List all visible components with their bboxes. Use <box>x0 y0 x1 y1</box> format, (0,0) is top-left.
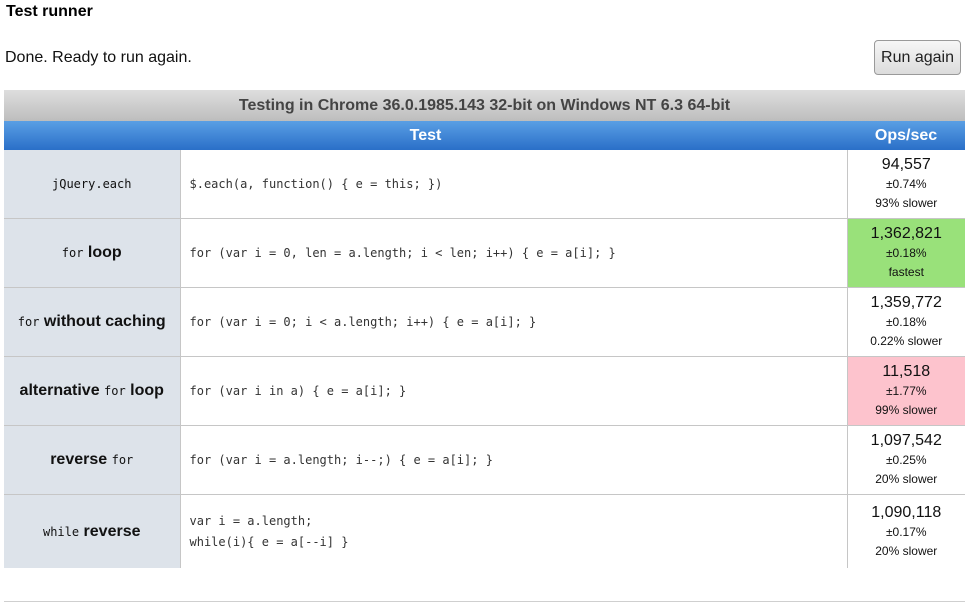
ops-rme: ±1.77% <box>885 384 927 398</box>
table-row: alternative for loop for (var i in a) { … <box>4 356 966 426</box>
test-name-text: without caching <box>39 313 166 330</box>
bottom-divider <box>4 601 965 602</box>
test-runner-page: Test runner Done. Ready to run again. Ru… <box>0 0 971 611</box>
ops-rme: ±0.74% <box>885 177 927 191</box>
ops-cell: 1,097,542 ±0.25% 20% slower <box>847 425 966 495</box>
ops-hz: 1,362,821 <box>870 225 942 242</box>
test-name: for without caching <box>4 287 181 357</box>
ops-relative: 20% slower <box>875 472 938 486</box>
test-name-code: for <box>61 246 84 260</box>
test-name: for loop <box>4 218 181 288</box>
ops-relative: 93% slower <box>875 196 938 210</box>
ops-cell: 1,359,772 ±0.18% 0.22% slower <box>847 287 966 357</box>
ops-cell: 1,090,118 ±0.17% 20% slower <box>847 494 966 568</box>
test-name-code: for <box>111 453 134 467</box>
test-name-code: for <box>17 315 40 329</box>
ops-hz: 1,097,542 <box>870 432 942 449</box>
test-name: alternative for loop <box>4 356 181 426</box>
test-code-line: var i = a.length; <box>189 513 313 528</box>
ops-rme: ±0.17% <box>885 524 927 539</box>
results-table: Testing in Chrome 36.0.1985.143 32-bit o… <box>4 90 966 568</box>
table-row: for loop for (var i = 0, len = a.length;… <box>4 218 966 288</box>
run-again-button[interactable]: Run again <box>874 40 961 75</box>
test-code: for (var i in a) { e = a[i]; } <box>180 356 848 426</box>
test-name-code: jQuery.each <box>52 177 132 191</box>
ops-rme: ±0.18% <box>885 246 927 260</box>
ops-relative: fastest <box>888 265 924 279</box>
test-name: while reverse <box>4 494 181 568</box>
ops-rme: ±0.25% <box>885 453 927 467</box>
ops-rme: ±0.18% <box>885 315 927 329</box>
test-code: $.each(a, function() { e = this; }) <box>180 150 848 219</box>
table-row: while reverse var i = a.length; while(i){… <box>4 494 966 568</box>
test-name-code: while <box>42 524 80 539</box>
test-code-line: while(i){ e = a[--i] } <box>189 534 349 549</box>
test-name-prefix: alternative <box>19 382 105 399</box>
ops-hz: 1,090,118 <box>871 503 942 521</box>
test-code: for (var i = a.length; i--;) { e = a[i];… <box>180 425 848 495</box>
test-column-header: Test <box>4 121 847 150</box>
test-name-text: reverse <box>79 522 141 540</box>
page-title: Test runner <box>6 3 93 20</box>
browser-caption: Testing in Chrome 36.0.1985.143 32-bit o… <box>4 90 966 121</box>
test-name-prefix: reverse <box>50 451 112 468</box>
ops-hz: 94,557 <box>881 156 931 173</box>
ops-hz: 1,359,772 <box>870 294 942 311</box>
test-name-code: for <box>104 384 126 398</box>
test-code: for (var i = 0; i < a.length; i++) { e =… <box>180 287 848 357</box>
ops-relative: 0.22% slower <box>870 334 943 348</box>
test-name-text: loop <box>125 382 164 399</box>
ops-column-header: Ops/sec <box>847 121 966 150</box>
status-text: Done. Ready to run again. <box>5 49 192 66</box>
ops-relative: 99% slower <box>875 403 938 417</box>
table-row: reverse for for (var i = a.length; i--;)… <box>4 425 966 495</box>
ops-hz: 11,518 <box>882 363 931 380</box>
ops-relative: 20% slower <box>875 543 938 558</box>
ops-cell-slowest: 11,518 ±1.77% 99% slower <box>847 356 966 426</box>
table-row: for without caching for (var i = 0; i < … <box>4 287 966 357</box>
caption-row: Testing in Chrome 36.0.1985.143 32-bit o… <box>4 90 966 121</box>
header-row: Test Ops/sec <box>4 121 966 150</box>
test-name: jQuery.each <box>4 150 181 219</box>
test-name: reverse for <box>4 425 181 495</box>
test-code: var i = a.length; while(i){ e = a[--i] } <box>180 494 848 568</box>
ops-cell: 94,557 ±0.74% 93% slower <box>847 150 966 219</box>
table-row: jQuery.each $.each(a, function() { e = t… <box>4 150 966 219</box>
ops-cell-fastest: 1,362,821 ±0.18% fastest <box>847 218 966 288</box>
test-code: for (var i = 0, len = a.length; i < len;… <box>180 218 848 288</box>
test-name-text: loop <box>83 244 122 261</box>
